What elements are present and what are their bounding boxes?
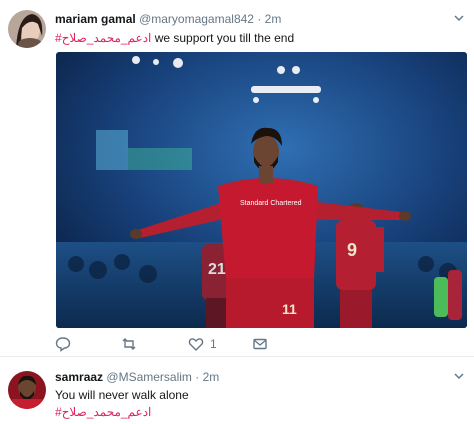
like-button[interactable]: 1 xyxy=(188,336,217,352)
avatar[interactable] xyxy=(8,10,46,48)
tweet-header: mariam gamal @maryomagamal842 · 2m xyxy=(55,12,281,26)
user-handle[interactable]: @maryomagamal842 xyxy=(139,12,254,26)
tweet-photo[interactable]: 21 9 Standard Chartered 11 xyxy=(56,52,467,328)
user-handle[interactable]: @MSamersalim xyxy=(106,370,192,384)
player-number: 11 xyxy=(282,301,297,317)
jersey-sponsor: Standard Chartered xyxy=(240,200,302,207)
more-options-icon[interactable] xyxy=(454,372,464,383)
separator: · xyxy=(257,12,262,26)
tweet-text: #ادعم_محمد_صلاح we support you till the … xyxy=(55,31,294,45)
hashtag-link[interactable]: #ادعم_محمد_صلاح xyxy=(55,405,151,419)
heart-icon xyxy=(188,336,204,352)
tweet: mariam gamal @maryomagamal842 · 2m #ادعم… xyxy=(0,0,474,357)
timestamp[interactable]: 2m xyxy=(203,370,220,384)
hashtag-link[interactable]: #ادعم_محمد_صلاح xyxy=(55,31,151,45)
timestamp[interactable]: 2m xyxy=(265,12,282,26)
envelope-icon xyxy=(252,336,268,352)
tweet-text: You will never walk alone xyxy=(55,388,189,402)
tweet-body: we support you till the end xyxy=(151,31,295,45)
teammate-number: 9 xyxy=(347,240,357,260)
tweet-header: samraaz @MSamersalim · 2m xyxy=(55,370,219,384)
like-count: 1 xyxy=(210,337,217,351)
user-name[interactable]: samraaz xyxy=(55,370,103,384)
reply-button[interactable] xyxy=(55,336,77,352)
user-name[interactable]: mariam gamal xyxy=(55,12,136,26)
more-options-icon[interactable] xyxy=(454,14,464,25)
separator: · xyxy=(195,370,200,384)
retweet-icon xyxy=(121,336,137,352)
avatar[interactable] xyxy=(8,371,46,409)
reply-icon xyxy=(55,336,71,352)
direct-message-button[interactable] xyxy=(252,336,268,352)
retweet-button[interactable] xyxy=(121,336,143,352)
tweet: samraaz @MSamersalim · 2m You will never… xyxy=(0,357,474,424)
opponent-number: 21 xyxy=(208,261,226,278)
